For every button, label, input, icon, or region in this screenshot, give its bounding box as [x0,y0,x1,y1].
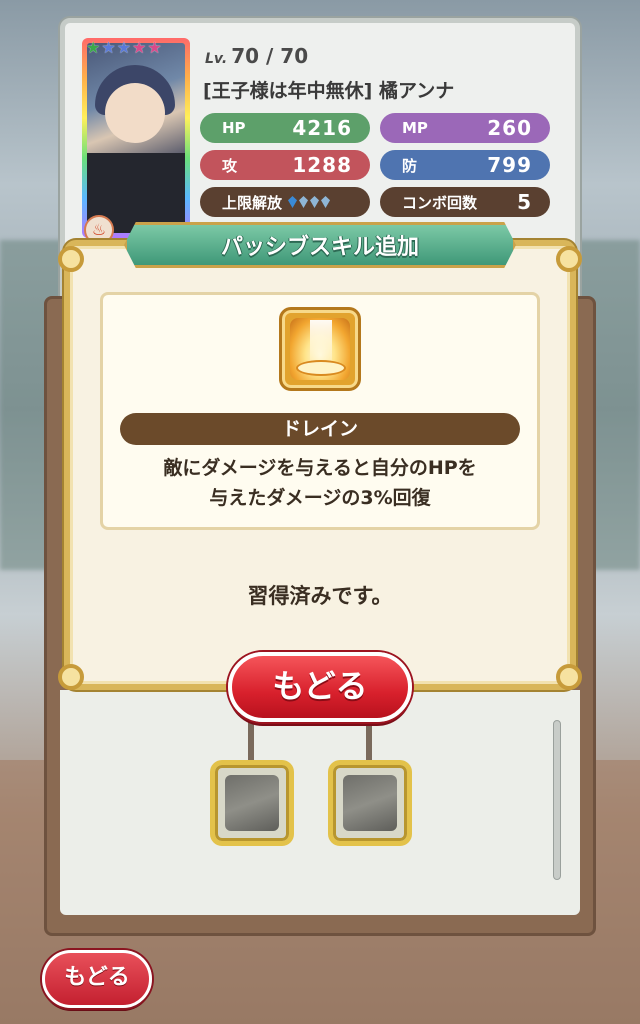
stat-attack-label: 攻 [222,156,238,175]
ornament-corner [58,664,84,690]
locked-skill-icon [343,775,397,831]
skill-slot[interactable] [328,760,412,846]
stat-hp-value: 4216 [292,116,352,140]
back-button[interactable]: もどる [42,950,152,1008]
character-name: [王子様は年中無休] 橘アンナ [203,80,455,102]
learned-status: 習得済みです。 [247,584,393,608]
star-icon: ★ [101,38,116,57]
gem-icon [310,196,320,208]
skill-slot[interactable] [210,760,294,846]
stat-combo: コンボ回数 5 [380,187,550,217]
skill-name: ドレイン [120,413,520,445]
skill-description-line: 与えたダメージの3%回復 [209,487,431,509]
ornament-corner [556,664,582,690]
rarity-stars: ★ ★ ★ ★ ★ [86,40,162,56]
stat-mp-value: 260 [487,116,532,140]
stat-attack: 攻 1288 [200,150,370,180]
gem-icon [321,196,331,208]
stat-defense-value: 799 [487,153,532,177]
stat-limit-break: 上限解放 [200,187,370,217]
skill-tree-area [60,690,580,915]
stat-combo-label: コンボ回数 [402,193,478,212]
scrollbar[interactable] [553,720,561,880]
stat-hp-label: HP [222,119,246,137]
skill-description: 敵にダメージを与えると自分のHPを 与えたダメージの3%回復 [100,453,540,513]
stat-hp: HP 4216 [200,113,370,143]
gem-icon [288,196,298,208]
star-icon: ★ [86,38,101,57]
ornament-corner [556,246,582,272]
ornament-corner [58,246,84,272]
stat-mp-label: MP [402,119,428,137]
level-value: 70 / 70 [231,44,309,68]
gem-icon [299,196,309,208]
stat-mp: MP 260 [380,113,550,143]
star-icon: ★ [132,38,147,57]
stat-defense-label: 防 [402,156,418,175]
stat-attack-value: 1288 [292,153,352,177]
limit-break-gems [288,196,331,208]
stat-combo-value: 5 [517,190,532,214]
level-prefix: Lv. [205,51,228,67]
stat-limit-break-label: 上限解放 [222,193,283,212]
dialog-back-button[interactable]: もどる [228,652,412,722]
star-icon: ★ [147,38,162,57]
stat-defense: 防 799 [380,150,550,180]
drain-skill-icon [279,307,361,391]
skill-description-line: 敵にダメージを与えると自分のHPを [163,457,477,479]
dialog-title: パッシブスキル追加 [220,235,419,260]
character-portrait[interactable] [82,38,190,238]
dialog-title-banner: パッシブスキル追加 [124,222,516,268]
locked-skill-icon [225,775,279,831]
star-icon: ★ [116,38,132,57]
level-display: Lv. 70 / 70 [205,44,308,68]
